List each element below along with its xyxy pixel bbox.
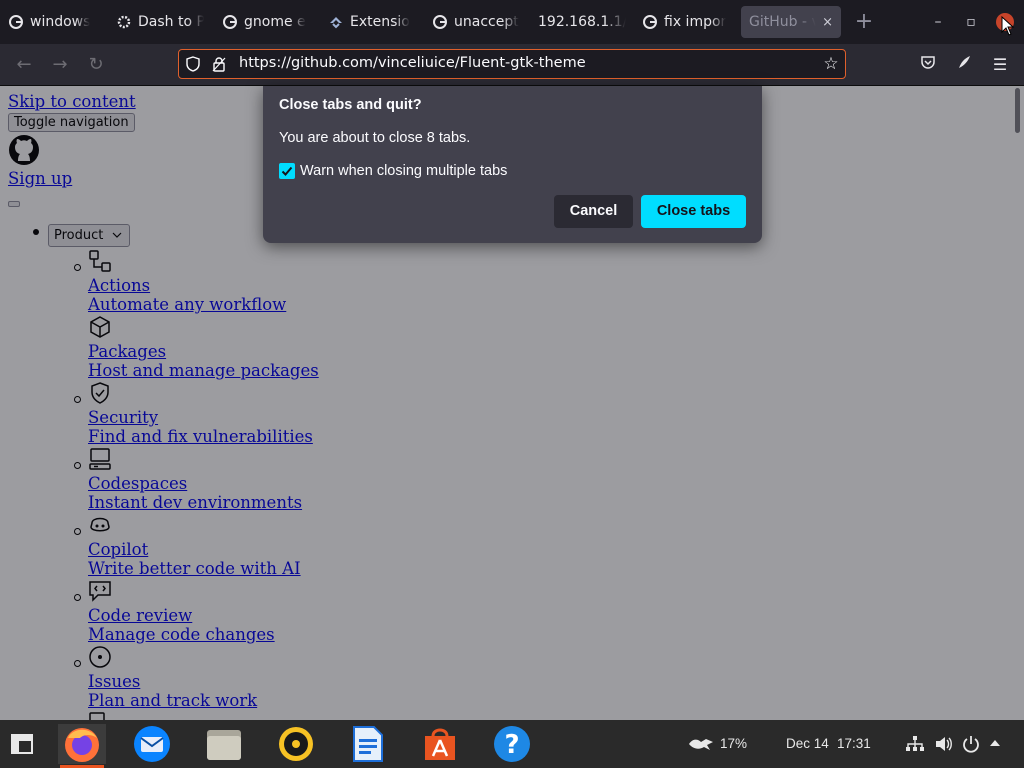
software-center-icon[interactable] [420, 724, 460, 764]
power-profile-icon[interactable] [688, 736, 714, 752]
url-text: https://github.com/vinceliuice/Fluent-gt… [239, 55, 586, 71]
tab-unaccept[interactable]: unaccept [424, 6, 528, 38]
forward-arrow-icon[interactable]: → [49, 54, 71, 76]
google-icon [642, 14, 658, 30]
tab-label: Extensio [350, 14, 410, 30]
network-icon[interactable] [906, 736, 924, 752]
gnome-extensions-icon [328, 14, 344, 30]
tab-github[interactable]: GitHub - v × [741, 6, 841, 38]
restore-icon[interactable]: ▫ [961, 12, 981, 32]
tab-gnome[interactable]: gnome e [214, 6, 318, 38]
lock-icon[interactable] [211, 56, 227, 72]
close-tabs-button[interactable]: Close tabs [641, 195, 746, 228]
tab-label: unaccept [454, 14, 519, 30]
reload-icon[interactable]: ↻ [85, 54, 107, 76]
warn-checkbox[interactable] [279, 163, 295, 179]
tab-fix-import[interactable]: fix impor [634, 6, 738, 38]
google-icon [8, 14, 24, 30]
writer-icon[interactable] [348, 724, 388, 764]
extension-icon[interactable] [953, 54, 975, 76]
google-icon [432, 14, 448, 30]
tab-strip: windows Dash to P gnome e Extensio unacc… [0, 0, 1024, 44]
tray-menu-arrow-icon[interactable] [989, 739, 1001, 747]
cancel-button[interactable]: Cancel [554, 195, 633, 228]
tab-dash-to-panel[interactable]: Dash to P [108, 6, 212, 38]
tab-extensions[interactable]: Extensio [320, 6, 424, 38]
address-bar[interactable]: https://github.com/vinceliuice/Fluent-gt… [178, 49, 846, 79]
power-icon[interactable] [962, 735, 980, 753]
checkmark-icon [281, 166, 293, 176]
clock-time[interactable]: 17:31 [837, 736, 871, 751]
clock-date[interactable]: Dec 14 [786, 736, 829, 751]
tab-label: 192.168.1.1/ [538, 14, 626, 30]
firefox-icon[interactable] [58, 724, 106, 764]
tab-label: windows [30, 14, 91, 30]
dialog-message: You are about to close 8 tabs. [279, 130, 471, 146]
show-apps-icon[interactable] [2, 724, 42, 764]
close-tab-icon[interactable]: × [822, 15, 833, 30]
taskbar: ? 17% Dec 14 17:31 [0, 720, 1024, 768]
thunderbird-icon[interactable] [132, 724, 172, 764]
battery-percent[interactable]: 17% [720, 736, 747, 751]
dialog-title: Close tabs and quit? [279, 97, 422, 113]
back-arrow-icon[interactable]: ← [13, 54, 35, 76]
tab-label: gnome e [244, 14, 306, 30]
pocket-icon[interactable] [917, 54, 939, 76]
hamburger-menu-icon[interactable]: ☰ [989, 54, 1011, 76]
tab-label: GitHub - v [749, 14, 817, 30]
gear-icon [116, 14, 132, 30]
svg-text:?: ? [504, 730, 519, 760]
volume-icon[interactable] [935, 736, 953, 752]
rhythmbox-icon[interactable] [276, 724, 316, 764]
tracking-shield-icon[interactable] [185, 56, 201, 72]
warn-checkbox-label[interactable]: Warn when closing multiple tabs [300, 163, 507, 179]
scrollbar-thumb[interactable] [1015, 88, 1020, 133]
google-icon [222, 14, 238, 30]
new-tab-plus-icon[interactable]: + [852, 10, 876, 34]
tab-router[interactable]: 192.168.1.1/ [530, 6, 634, 38]
tab-label: fix impor [664, 14, 727, 30]
close-tabs-dialog: Close tabs and quit? You are about to cl… [263, 86, 762, 243]
files-icon[interactable] [204, 724, 244, 764]
tab-label: Dash to P [138, 14, 204, 30]
bookmark-star-icon[interactable]: ☆ [821, 54, 841, 74]
scrollbar-track[interactable] [1012, 86, 1024, 720]
help-icon[interactable]: ? [492, 724, 532, 764]
navigation-toolbar: ← → ↻ https://github.com/vinceliuice/Flu… [0, 44, 1024, 86]
tab-windows[interactable]: windows [0, 6, 104, 38]
minimize-icon[interactable]: – [928, 12, 948, 32]
mouse-cursor-icon [1001, 16, 1015, 36]
